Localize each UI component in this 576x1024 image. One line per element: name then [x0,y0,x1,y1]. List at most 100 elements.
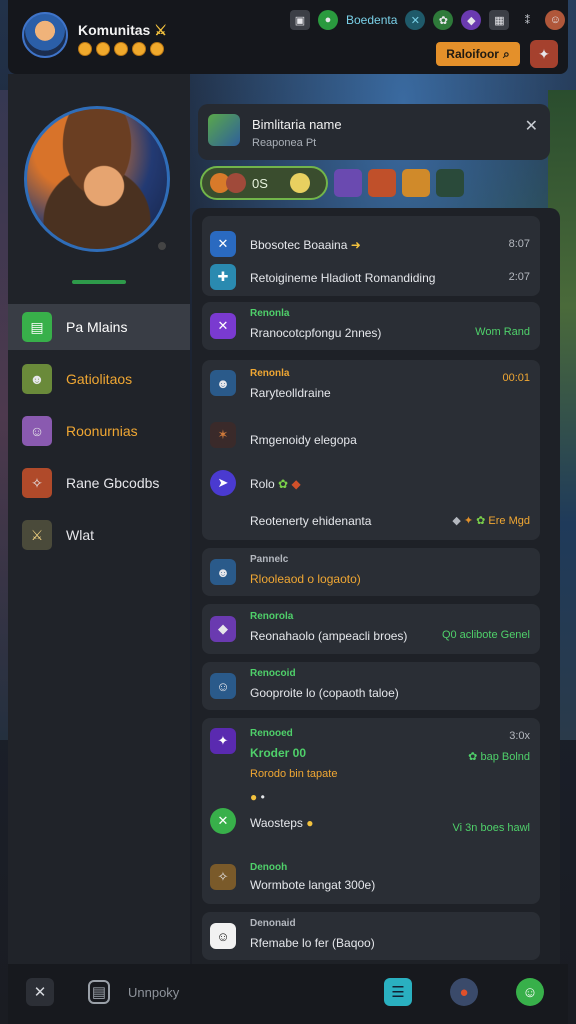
top-header: Komunitas ⚔ ▣ ● Boedenta ✕ ✿ ◆ ▦ ⁑ ☺ Ralo… [8,0,568,74]
sidebar-item-label: Wlat [66,527,94,543]
filter-thumb-1[interactable] [334,169,362,197]
header-icon-row: ▣ ● Boedenta ✕ ✿ ◆ ▦ ⁑ ☺ [290,10,566,30]
feed-label: Denooh [250,862,288,873]
search-icon: ⌕ [502,46,510,61]
app-title: Komunitas ⚔ [78,22,167,39]
sidebar-item-label: Gatiolitaos [66,371,133,387]
sidebar-item-champions[interactable]: ✧ Rane Gbcodbs [8,460,190,506]
feed-card[interactable]: ☻ Pannelc Rlooleaod o logaoto) [202,548,540,596]
feed-time: 8:07 [508,238,530,250]
smiley-icon[interactable]: ☺ [516,978,544,1006]
swords-icon: ✕ [210,231,236,257]
coin-icon [132,42,146,56]
hero-avatar-icon: ☺ [210,673,236,699]
user-avatar-icon[interactable]: ☺ [545,10,566,30]
notification-subtitle: Reaponea Pt [252,137,317,149]
community-avatar[interactable] [22,12,68,58]
feed-card[interactable]: ☺ Denonaid Rfemabe lo fer (Baqoo) [202,912,540,960]
chat-icon: ▤ [22,312,52,342]
feed-card[interactable]: ☺ Renocoid Gooproite lo (copaoth taloe) [202,662,540,710]
crystal-icon: ◆ [210,616,236,642]
leaf-icon[interactable]: ✿ [433,10,454,30]
feed-text: Reonahaolo (ampeacli broes) [250,629,408,643]
filter-pill-label: 0S [252,175,268,191]
bottom-bar: ✕ ▤ Unnpoky ☰ ● ☺ [8,964,568,1024]
feed-card[interactable]: ◆ Renorola Reonahaolo (ampeacli broes) Q… [202,604,540,654]
feed-card[interactable]: ✦ Renooed Kroder 00 3:0x ✿ bap Bolnd Ror… [202,718,540,904]
feed-subtitle: Rorodo bin tapate [250,768,338,780]
feed-text: Raryteolldraine [250,386,331,400]
filter-pill-active[interactable]: 0S [200,166,328,200]
emoji-row: ● • [250,790,265,804]
status-label: Boedenta [346,13,398,27]
feed-text: Gooproite lo (copaoth taloe) [250,686,399,700]
spark-icon: ✦ [210,728,236,754]
sidebar: ▤ Pa Mlains ☻ Gatiolitaos ☺ Roonurnias ✧… [8,74,190,964]
feed-label: Renonla [250,308,290,319]
hero-thumb-icon [226,173,246,193]
feed-label: Renooed [250,728,293,739]
header-action-button[interactable]: Raloifoor ⌕ [436,42,520,66]
status-dot [156,240,168,252]
sidebar-item-rooms[interactable]: ☺ Roonurnias [8,408,190,454]
emoji-icon [289,173,310,193]
activity-feed: ✕ Bbosotec Boaaina ➜ 8:07 ✚ Retoigineme … [192,208,560,964]
feed-text: Wormbote langat 300e) [250,878,376,892]
feed-text: Rolo ✿ ◆ [250,477,301,491]
feed-label: Denonaid [250,918,296,929]
feed-title: Kroder 00 [250,746,307,760]
arrow-icon: ➤ [210,470,236,496]
sidebar-item-heroes[interactable]: ☻ Gatiolitaos [8,356,190,402]
profile-picture[interactable] [24,106,170,252]
notification-title: Bimlitaria name [252,117,342,132]
bell-icon[interactable]: ⁑ [517,10,537,30]
filter-thumb-3[interactable] [402,169,430,197]
feed-card[interactable]: ✕ Renonla Rranocotcpfongu 2nnes) Wom Ran… [202,302,540,350]
feed-time: 2:07 [508,271,530,283]
feed-right: Vi 3n boes hawl [452,822,530,834]
feed-card[interactable]: ☻ Renonla Raryteolldraine 00:01 ✶ Rmgeno… [202,360,540,540]
filter-thumb-4[interactable] [436,169,464,197]
coin-icon [96,42,110,56]
treasure-icon: ✧ [210,864,236,890]
claw-icon: ✶ [210,422,236,448]
notification-header: Bimlitaria name Reaponea Pt ✕ [198,104,550,160]
feed-time: 3:0x [509,730,530,742]
profile-progress-bar [72,280,126,284]
sidebar-item-label: Rane Gbcodbs [66,475,160,491]
sword-icon: ⚔ [22,520,52,550]
coin-icon [150,42,164,56]
feed-text: Bbosotec Boaaina ➜ [250,238,361,252]
notification-avatar [208,114,240,146]
feed-text: Retoigineme Hladiott Romandiding [250,271,436,285]
cross-icon: ✕ [210,808,236,834]
filter-row: 0S [200,166,464,200]
chat-icon[interactable]: ☰ [384,978,412,1006]
crystal-icon[interactable]: ◆ [461,10,482,30]
feed-text: Waosteps ● [250,816,314,830]
feed-text: Rlooleaod o logaoto) [250,572,361,586]
shop-icon[interactable]: ▣ [290,10,310,30]
ghost-icon: ☺ [210,923,236,949]
feed-label: Renocoid [250,668,296,679]
feed-card[interactable]: ✕ Bbosotec Boaaina ➜ 8:07 ✚ Retoigineme … [202,216,540,296]
feed-right: Q0 aclibote Genel [441,629,530,641]
feed-time: 00:01 [502,372,530,384]
sidebar-item-wat[interactable]: ⚔ Wlat [8,512,190,558]
controller-icon[interactable]: ▦ [489,10,510,30]
sidebar-item-label: Pa Mlains [66,319,128,335]
close-icon[interactable]: ✕ [525,116,538,136]
sidebar-item-main[interactable]: ▤ Pa Mlains [8,304,190,350]
feed-right: Wom Rand [475,326,530,338]
filter-thumb-2[interactable] [368,169,396,197]
circle-badge-icon[interactable]: ● [318,10,338,30]
title-badge-icon: ⚔ [154,22,167,38]
logo-icon[interactable]: ✕ [26,978,54,1006]
cross-icon: ✕ [210,313,236,339]
target-icon[interactable]: ✕ [405,10,426,30]
coin-row [78,42,164,56]
gift-icon[interactable]: ✦ [530,40,558,68]
notification-icon[interactable]: ● [450,978,478,1006]
document-icon[interactable]: ▤ [88,980,110,1004]
feed-right: ◆ ✦ ✿ Ere Mgd [452,515,530,527]
